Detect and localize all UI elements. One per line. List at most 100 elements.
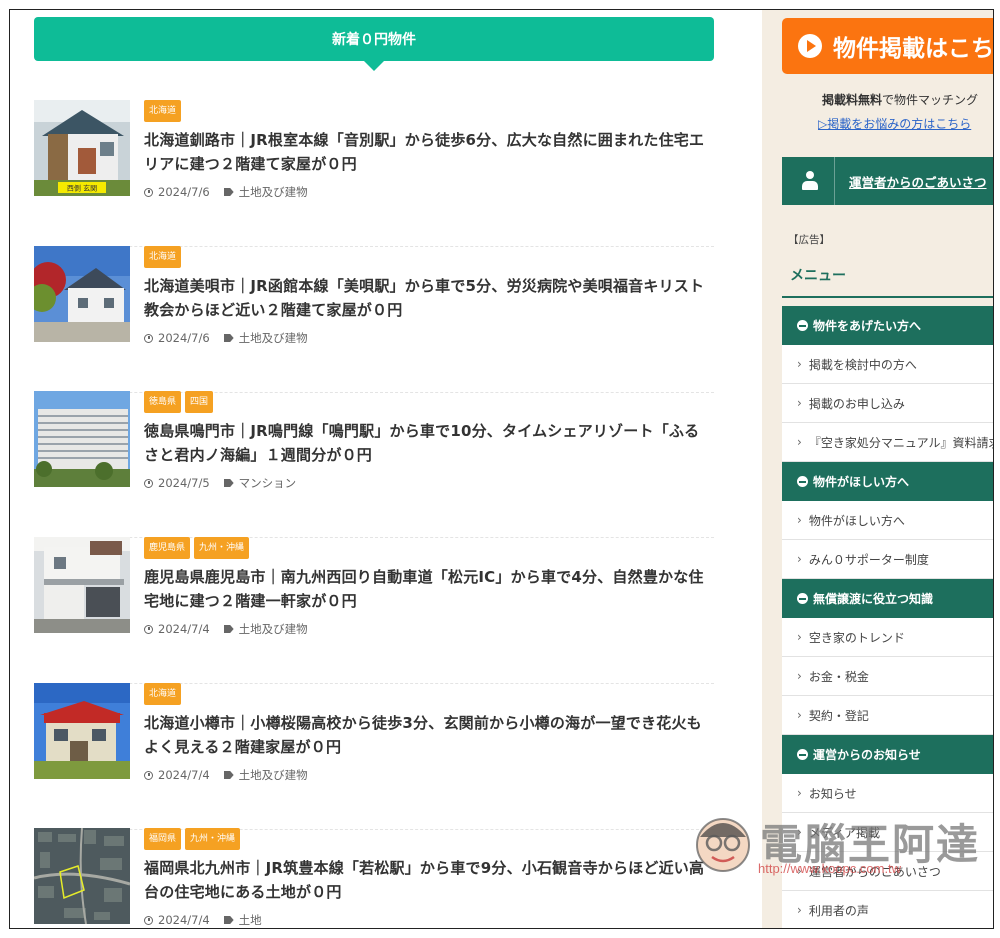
tag-icon xyxy=(223,916,234,924)
post-category[interactable]: 土地及び建物 xyxy=(239,767,308,783)
post-meta: 2024/7/4 土地 xyxy=(144,912,262,928)
menu-item-label: 『空き家処分マニュアル』資料請求 xyxy=(808,435,994,450)
listing-promo-button[interactable]: 物件掲載はこちら xyxy=(782,18,993,74)
section-heading: 新着０円物件 xyxy=(34,17,714,61)
post-meta: 2024/7/5 マンション xyxy=(144,475,296,491)
post-thumbnail[interactable] xyxy=(34,828,130,924)
post-title[interactable]: 徳島県鳴門市｜JR鳴門線「鳴門駅」から車で10分、タイムシェアリゾート「ふるさと… xyxy=(144,419,714,467)
menu-item-label: 掲載のお申し込み xyxy=(808,396,905,411)
menu-item[interactable]: › お知らせ xyxy=(782,774,993,813)
menu-item-label: 物件がほしい方へ xyxy=(808,513,905,528)
menu-item-label: メディア掲載 xyxy=(808,825,880,840)
post-tags: 福岡県 九州・沖縄 xyxy=(144,828,241,850)
post-category[interactable]: 土地及び建物 xyxy=(239,621,308,637)
menu-item-label: 利用者の声 xyxy=(808,903,869,918)
menu-item[interactable]: › 運営者からのごあいさつ xyxy=(782,852,993,891)
menu-item[interactable]: › 契約・登記 xyxy=(782,696,993,735)
clock-icon xyxy=(144,478,153,488)
building-photo-3 xyxy=(34,391,130,487)
chevron-right-icon: › xyxy=(797,552,802,566)
post-title[interactable]: 北海道美唄市｜JR函館本線「美唄駅」から車で5分、労災病院や美唄福音キリスト教会… xyxy=(144,274,714,322)
section-heading-arrow xyxy=(364,61,384,71)
post-meta: 2024/7/4 土地及び建物 xyxy=(144,767,308,783)
menu-item[interactable]: › 物件がほしい方へ xyxy=(782,501,993,540)
post-category[interactable]: 土地及び建物 xyxy=(239,184,308,200)
chevron-right-icon: › xyxy=(797,903,802,917)
post-item[interactable]: 西側 玄関 北海道 北海道釧路市｜JR根室本線「音別駅」から徒歩6分、広大な自然… xyxy=(34,100,714,247)
post-item[interactable]: 福岡県 九州・沖縄 福岡県北九州市｜JR筑豊本線「若松駅」から車で9分、小石観音… xyxy=(34,828,714,928)
post-category[interactable]: 土地及び建物 xyxy=(239,330,308,346)
chevron-right-icon: › xyxy=(797,513,802,527)
menu-title: メニュー xyxy=(790,268,846,284)
region-tag[interactable]: 北海道 xyxy=(144,100,182,122)
chevron-right-icon: › xyxy=(797,708,802,722)
menu-item-label: 契約・登記 xyxy=(808,708,869,723)
user-icon xyxy=(802,171,818,191)
area-tag[interactable]: 四国 xyxy=(185,391,214,413)
menu-item[interactable]: › みん０サポーター制度 xyxy=(782,540,993,579)
post-date: 2024/7/4 xyxy=(158,768,210,782)
menu-item[interactable]: › 『空き家処分マニュアル』資料請求 xyxy=(782,423,994,462)
menu-category-want[interactable]: 物件がほしい方へ xyxy=(782,462,993,501)
promo-help-link[interactable]: ▷掲載をお悩みの方はこちら xyxy=(818,115,971,132)
menu-category-give[interactable]: 物件をあげたい方へ xyxy=(782,306,993,345)
menu-item[interactable]: › 利用者の声 xyxy=(782,891,993,928)
promo-note-rest: で物件マッチング xyxy=(882,93,979,107)
sidebar-menu: 物件をあげたい方へ › 掲載を検討中の方へ › 掲載のお申し込み › 『空き家処分マニ… xyxy=(782,306,994,928)
menu-category-label: 物件をあげたい方へ xyxy=(813,319,922,333)
clock-icon xyxy=(144,624,153,634)
post-meta: 2024/7/6 土地及び建物 xyxy=(144,184,308,200)
clock-icon xyxy=(144,770,153,780)
greeting-button[interactable]: 運営者からのごあいさつ xyxy=(782,157,993,205)
post-category[interactable]: 土地 xyxy=(239,912,262,928)
region-tag[interactable]: 北海道 xyxy=(144,246,182,268)
post-category[interactable]: マンション xyxy=(239,475,297,491)
post-thumbnail[interactable]: 西側 玄関 xyxy=(34,100,130,196)
house-photo-1: 西側 玄関 xyxy=(34,100,130,196)
post-item[interactable]: 北海道 北海道小樽市｜小樽桜陽高校から徒歩3分、玄関前から小樽の海が一望でき花火… xyxy=(34,683,714,830)
post-thumbnail[interactable] xyxy=(34,246,130,342)
menu-item-label: みん０サポーター制度 xyxy=(808,552,929,567)
menu-item-label: お金・税金 xyxy=(808,669,869,684)
post-title[interactable]: 北海道小樽市｜小樽桜陽高校から徒歩3分、玄関前から小樽の海が一望でき花火もよく見… xyxy=(144,711,714,759)
minus-circle-icon xyxy=(797,476,808,487)
menu-item[interactable]: › 空き家のトレンド xyxy=(782,618,993,657)
menu-item[interactable]: › お金・税金 xyxy=(782,657,993,696)
menu-item-label: 空き家のトレンド xyxy=(808,630,905,645)
clock-icon xyxy=(144,187,153,197)
post-item[interactable]: 北海道 北海道美唄市｜JR函館本線「美唄駅」から車で5分、労災病院や美唄福音キリ… xyxy=(34,246,714,393)
chevron-right-icon: › xyxy=(797,396,802,410)
post-tags: 北海道 xyxy=(144,683,182,705)
post-title[interactable]: 福岡県北九州市｜JR筑豊本線「若松駅」から車で9分、小石観音寺からほど近い高台の… xyxy=(144,856,714,904)
post-item[interactable]: 徳島県 四国 徳島県鳴門市｜JR鳴門線「鳴門駅」から車で10分、タイムシェアリゾ… xyxy=(34,391,714,538)
chevron-right-icon: › xyxy=(797,864,802,878)
region-tag[interactable]: 北海道 xyxy=(144,683,182,705)
menu-item-label: お知らせ xyxy=(808,786,857,801)
menu-item[interactable]: › メディア掲載 xyxy=(782,813,993,852)
menu-item[interactable]: › 掲載を検討中の方へ xyxy=(782,345,993,384)
chevron-right-icon: › xyxy=(797,786,802,800)
minus-circle-icon xyxy=(797,749,808,760)
menu-category-knowledge[interactable]: 無償譲渡に役立つ知識 xyxy=(782,579,993,618)
region-tag[interactable]: 徳島県 xyxy=(144,391,182,413)
post-thumbnail[interactable] xyxy=(34,683,130,779)
post-item[interactable]: 鹿児島県 九州・沖縄 鹿児島県鹿児島市｜南九州西回り自動車道「松元IC」から車で… xyxy=(34,537,714,684)
post-title[interactable]: 鹿児島県鹿児島市｜南九州西回り自動車道「松元IC」から車で4分、自然豊かな住宅地… xyxy=(144,565,714,613)
area-tag[interactable]: 九州・沖縄 xyxy=(194,537,250,559)
post-thumbnail[interactable] xyxy=(34,391,130,487)
post-date: 2024/7/6 xyxy=(158,331,210,345)
post-thumbnail[interactable] xyxy=(34,537,130,633)
tag-icon xyxy=(223,771,234,779)
menu-item[interactable]: › 掲載のお申し込み xyxy=(782,384,993,423)
menu-title-underline xyxy=(782,296,993,298)
post-date: 2024/7/4 xyxy=(158,913,210,927)
region-tag[interactable]: 福岡県 xyxy=(144,828,182,850)
chevron-right-icon: › xyxy=(797,357,802,371)
menu-category-news[interactable]: 運営からのお知らせ xyxy=(782,735,993,774)
chevron-right-icon: › xyxy=(797,630,802,644)
region-tag[interactable]: 鹿児島県 xyxy=(144,537,191,559)
section-title: 新着０円物件 xyxy=(332,32,416,48)
post-title[interactable]: 北海道釧路市｜JR根室本線「音別駅」から徒歩6分、広大な自然に囲まれた住宅エリア… xyxy=(144,128,714,176)
menu-item-label: 掲載を検討中の方へ xyxy=(808,357,917,372)
area-tag[interactable]: 九州・沖縄 xyxy=(185,828,241,850)
